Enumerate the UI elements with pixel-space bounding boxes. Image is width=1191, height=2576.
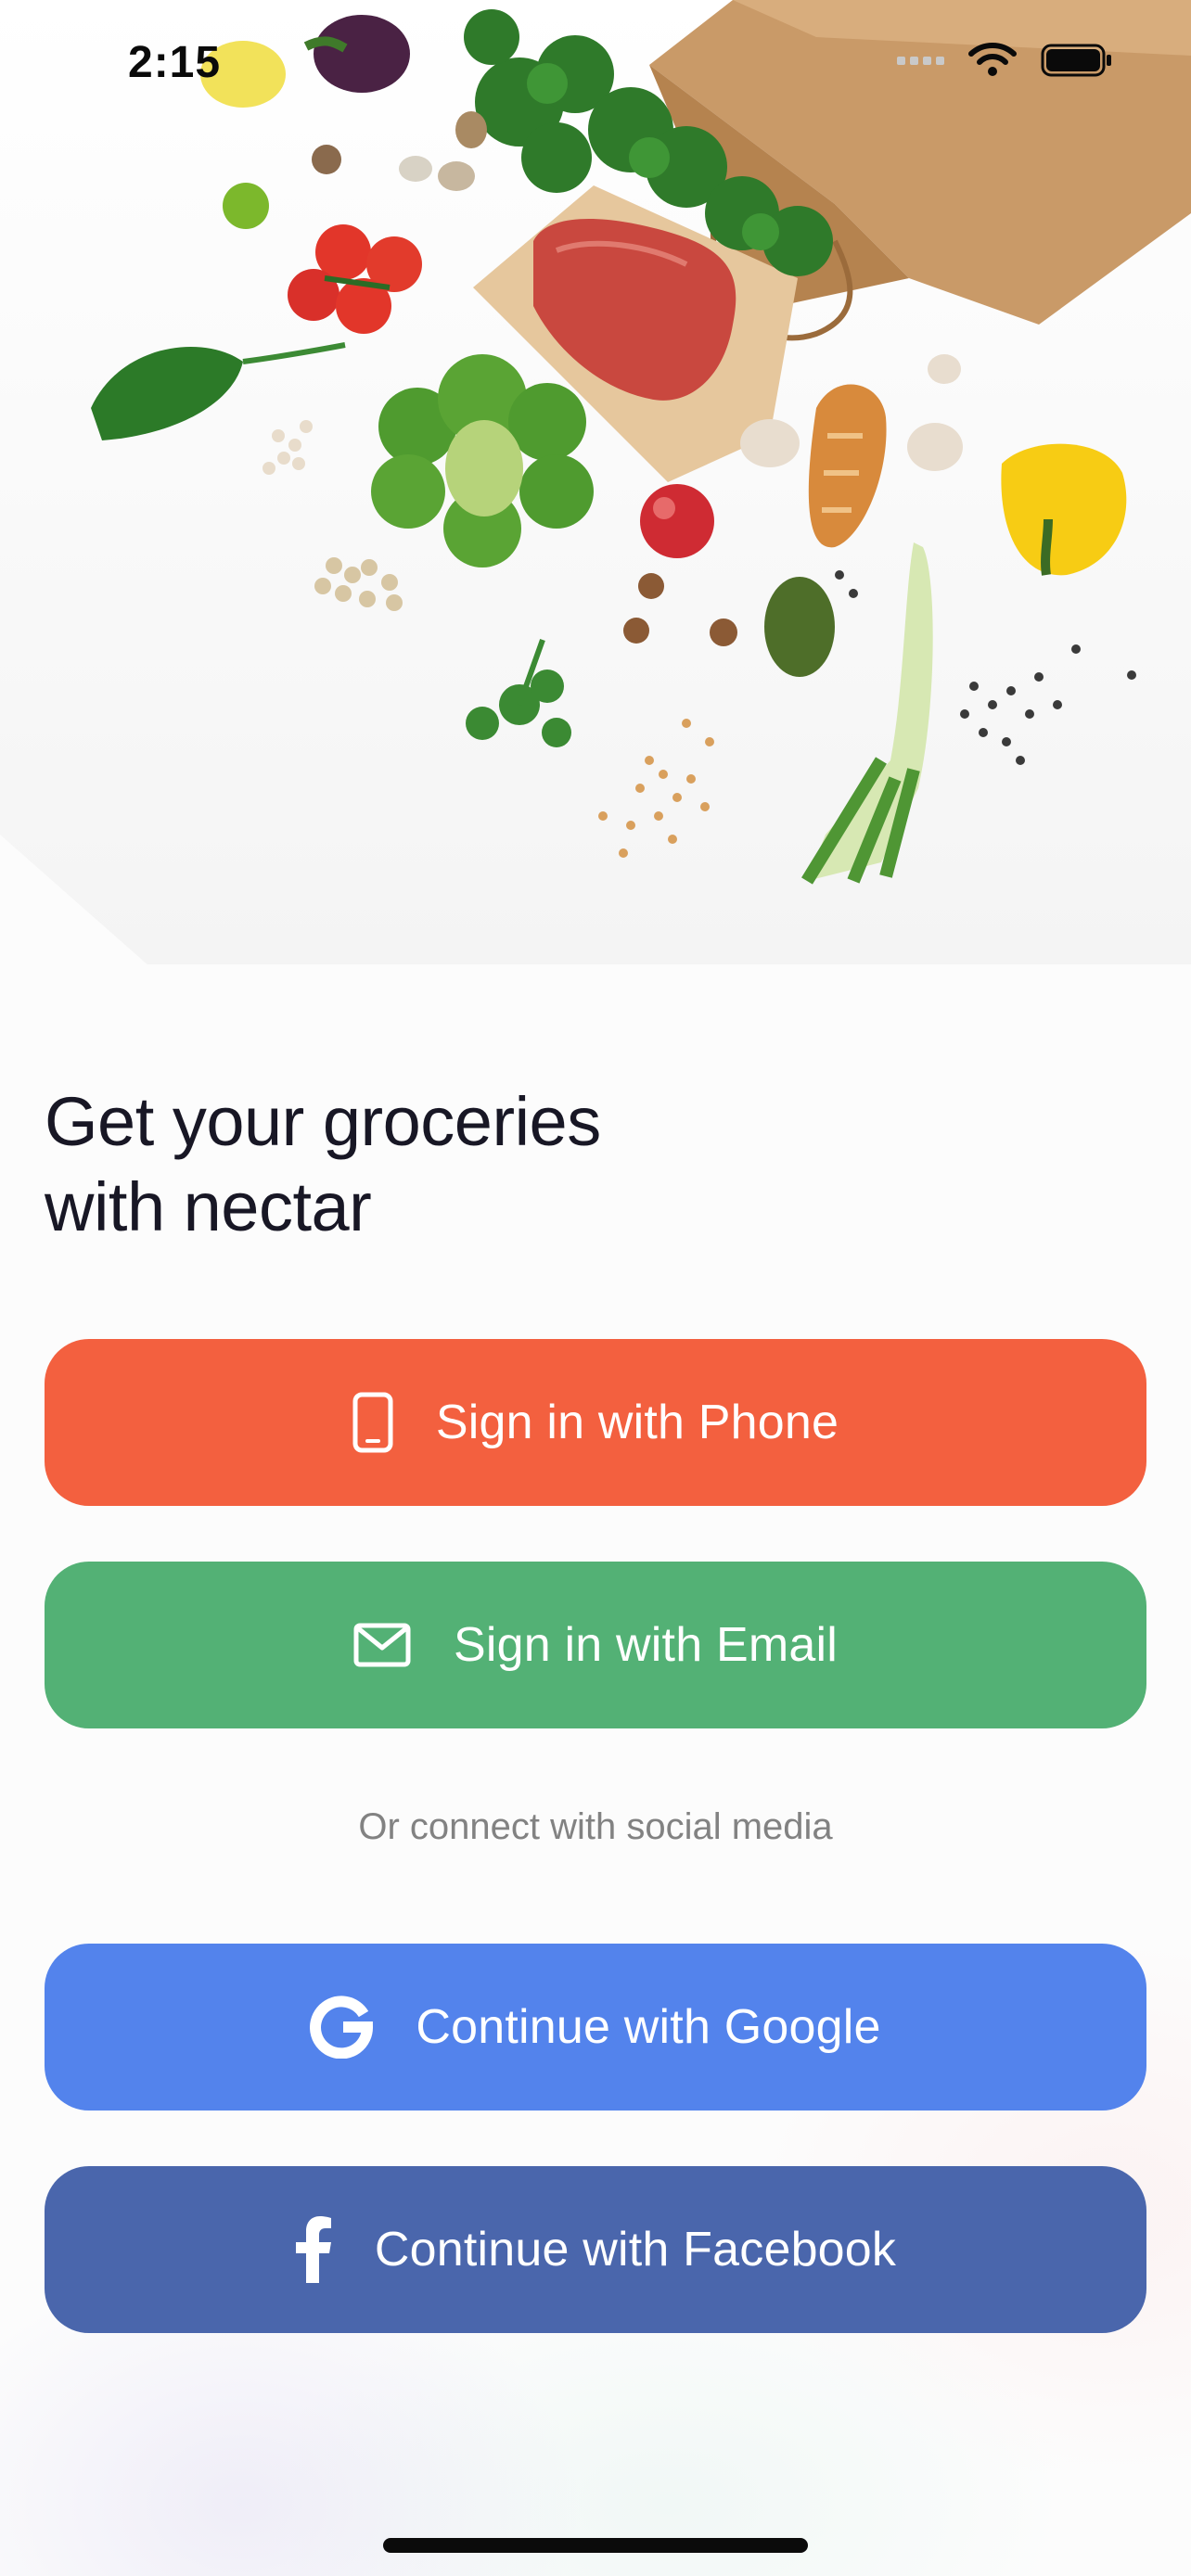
phone-icon [352,1392,393,1453]
sign-in-phone-button[interactable]: Sign in with Phone [45,1339,1146,1506]
status-time: 2:15 [128,38,222,87]
sign-in-email-button[interactable]: Sign in with Email [45,1562,1146,1728]
battery-icon [1041,44,1111,77]
headline-line-2: with nectar [45,1168,372,1245]
facebook-icon [295,2216,332,2283]
sign-in-email-label: Sign in with Email [454,1618,838,1672]
cellular-signal-icon [897,56,944,65]
hero-groceries-image [0,0,1191,974]
continue-facebook-label: Continue with Facebook [374,2223,897,2276]
wifi-icon [968,43,1017,76]
status-indicators [897,43,1113,78]
continue-facebook-button[interactable]: Continue with Facebook [45,2166,1146,2333]
continue-google-label: Continue with Google [416,2000,881,2054]
headline: Get your groceries with nectar [45,1079,879,1250]
home-indicator[interactable] [383,2538,808,2553]
sign-in-phone-label: Sign in with Phone [435,1396,839,1449]
continue-google-button[interactable]: Continue with Google [45,1944,1146,2111]
login-screen: 2:15 Get your groceries with nectar Sign… [0,0,1191,2576]
mail-icon [353,1623,411,1667]
status-bar: 2:15 [0,0,1191,130]
google-icon [310,1996,374,2059]
headline-line-1: Get your groceries [45,1083,601,1160]
social-divider-text: Or connect with social media [358,1806,833,1847]
